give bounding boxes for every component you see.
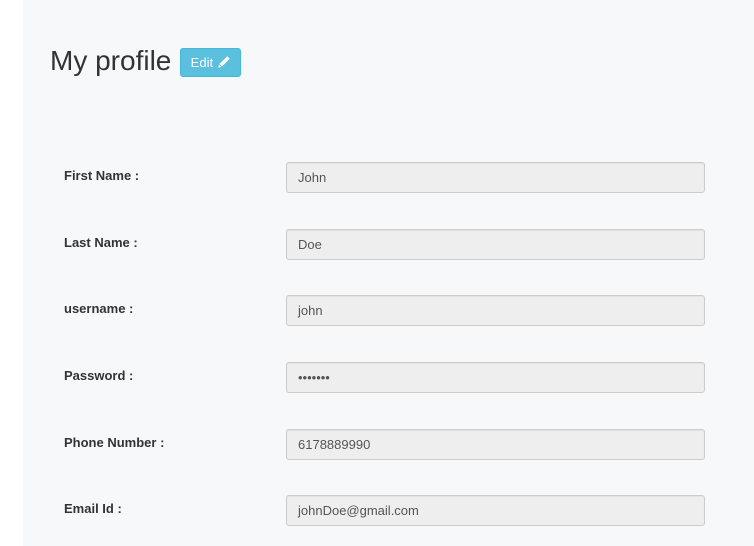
last-name-label: Last Name : [64,235,138,250]
email-label: Email Id : [64,501,122,516]
phone-number-label: Phone Number : [64,435,165,450]
username-label: username : [64,301,134,316]
password-input[interactable]: ••••••• [286,362,705,393]
edit-button-label: Edit [190,54,214,70]
edit-button[interactable]: Edit [180,47,242,77]
password-label: Password : [64,368,134,383]
phone-number-input[interactable]: 6178889990 [286,429,705,460]
username-row: username : john [64,295,724,326]
password-row: Password : ••••••• [64,362,724,393]
email-row: Email Id : johnDoe@gmail.com [64,495,724,526]
first-name-row: First Name : John [64,162,724,193]
last-name-row: Last Name : Doe [64,229,724,260]
first-name-input[interactable]: John [286,162,705,193]
phone-number-row: Phone Number : 6178889990 [64,429,724,460]
pencil-icon [217,55,231,69]
first-name-label: First Name : [64,168,140,183]
email-input[interactable]: johnDoe@gmail.com [286,495,705,526]
username-input[interactable]: john [286,295,705,326]
last-name-input[interactable]: Doe [286,229,705,260]
profile-panel: My profile Edit First Name : John Last N… [23,0,754,546]
page-title: My profile [50,45,172,76]
profile-header: My profile Edit [50,44,242,78]
